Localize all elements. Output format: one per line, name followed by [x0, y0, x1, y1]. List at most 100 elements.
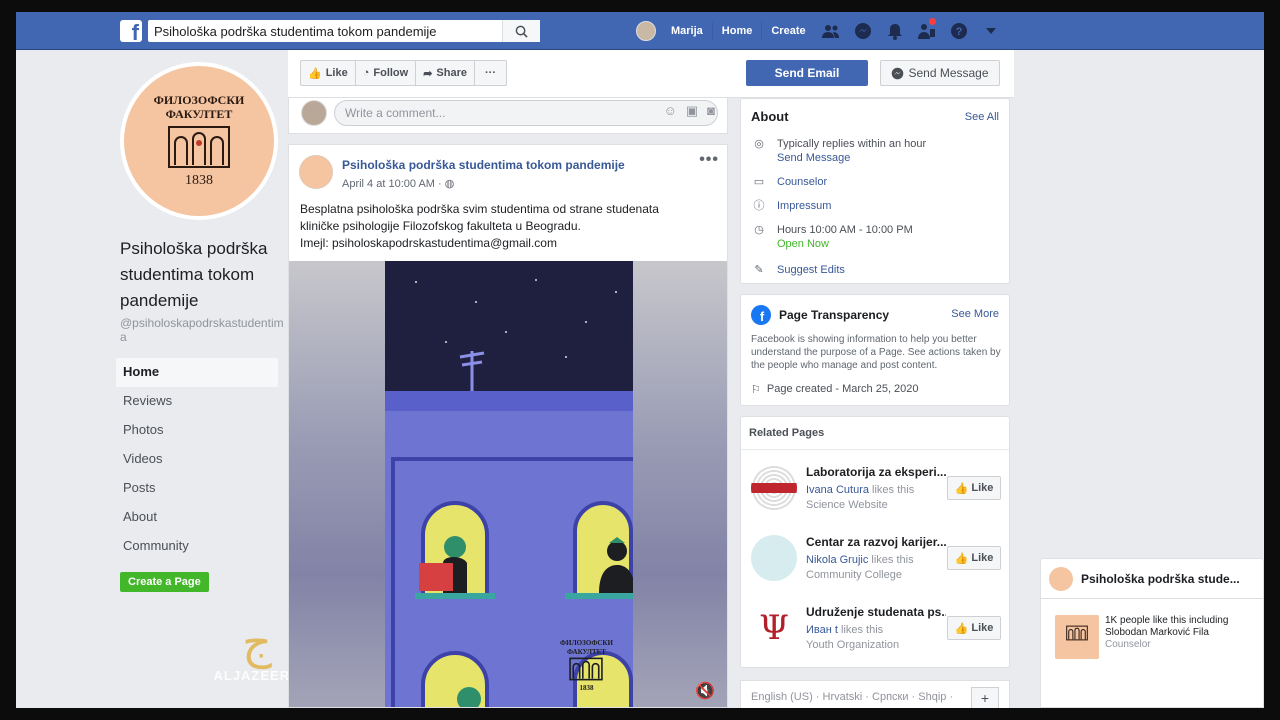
search-box[interactable] — [148, 20, 540, 42]
side-nav-posts[interactable]: Posts — [116, 474, 278, 503]
nav-right-group: Marija Home Create ? — [636, 12, 1007, 50]
related-friend-link[interactable]: Nikola Grujic — [806, 554, 868, 566]
home-link[interactable]: Home — [713, 22, 763, 40]
post-options-icon[interactable]: ••• — [699, 151, 719, 169]
related-page-name[interactable]: Centar za razvoj karijer... — [806, 535, 946, 549]
star — [475, 301, 477, 303]
about-see-all-link[interactable]: See All — [965, 111, 999, 123]
related-friend-link[interactable]: Ivana Cutura — [806, 484, 869, 496]
related-like-button[interactable]: 👍 Like — [947, 476, 1001, 500]
search-input[interactable] — [148, 23, 498, 39]
more-options-button[interactable]: ··· — [475, 61, 506, 85]
related-page-meta: Иван t likes this Youth Organization — [806, 623, 899, 653]
side-nav-reviews[interactable]: Reviews — [116, 387, 278, 416]
likes-this-text: likes this — [837, 624, 884, 636]
page-quick-help-icon[interactable] — [911, 12, 943, 50]
related-like-button[interactable]: 👍 Like — [947, 616, 1001, 640]
messenger-icon[interactable] — [847, 12, 879, 50]
side-nav-photos[interactable]: Photos — [116, 416, 278, 445]
gif-icon[interactable]: ▣ — [686, 103, 698, 119]
video-frame-illustration: ФИЛОЗОФСКИ ФАКУЛТЕТ 1838 — [385, 261, 633, 707]
about-replies-text: Typically replies within an hour Send Mes… — [777, 137, 926, 165]
chat-page-thumbnail — [1055, 615, 1099, 659]
impressum-link[interactable]: Impressum — [777, 199, 831, 213]
replies-text: Typically replies within an hour — [777, 138, 927, 150]
post-video[interactable]: ФИЛОЗОФСКИ ФАКУЛТЕТ 1838 🔇 — [289, 261, 727, 707]
clock-icon: ◷ — [754, 224, 764, 236]
related-page-avatar[interactable]: Ψ — [751, 605, 797, 651]
profile-link[interactable]: Marija — [662, 22, 713, 40]
post-timestamp[interactable]: April 4 at 10:00 AM · ◍ — [342, 177, 454, 190]
related-page-name[interactable]: Udruženje studenata ps... — [806, 605, 946, 619]
comment-icons: ☺ ▣ ◙ — [664, 103, 715, 119]
like-page-button[interactable]: 👍 Like — [301, 61, 356, 85]
transparency-see-more-link[interactable]: See More — [951, 308, 999, 320]
star — [445, 341, 447, 343]
related-like-label: Like — [971, 552, 994, 564]
emoji-icon[interactable]: ☺ — [664, 103, 677, 119]
side-nav-home[interactable]: Home — [116, 358, 278, 387]
related-like-label: Like — [971, 622, 994, 634]
thumbs-up-icon: 👍 — [954, 482, 969, 495]
post-page-avatar[interactable] — [299, 155, 333, 189]
about-card: About See All ◎ Typically replies within… — [740, 98, 1010, 284]
globe-icon: ◍ — [444, 178, 455, 190]
facebook-logo-icon[interactable]: f — [120, 20, 142, 42]
comment-input[interactable]: Write a comment... — [334, 100, 718, 126]
video-blur-right — [633, 261, 727, 707]
send-email-button[interactable]: Send Email — [746, 60, 868, 86]
notifications-bell-icon[interactable] — [879, 12, 911, 50]
profile-logo-line2: ФАКУЛТЕТ — [165, 107, 233, 121]
post-page-name[interactable]: Psihološka podrška studentima tokom pand… — [342, 158, 625, 172]
follow-button[interactable]: ◔ Follow — [356, 61, 417, 85]
suggest-edits-link[interactable]: Suggest Edits — [777, 263, 845, 277]
person-reading-icon — [419, 536, 467, 593]
create-link[interactable]: Create — [762, 22, 814, 40]
search-button[interactable] — [502, 20, 540, 42]
help-icon[interactable]: ? — [943, 12, 975, 50]
friend-requests-icon[interactable] — [815, 12, 847, 50]
post-body: Besplatna psihološka podrška svim studen… — [300, 201, 720, 252]
page-profile-picture[interactable]: ФИЛОЗОФСКИ ФАКУЛТЕТ 1838 — [120, 62, 278, 220]
account-menu-chevron-icon[interactable] — [975, 12, 1007, 50]
video-logo-line1: ФИЛОЗОФСКИ — [560, 639, 613, 647]
follow-label: Follow — [373, 67, 409, 79]
related-page-avatar[interactable] — [751, 535, 797, 581]
star — [565, 356, 567, 358]
language-list[interactable]: English (US) · Hrvatski · Српски · Shqip… — [751, 691, 953, 703]
post-text-line: Imejl: psiholoskapodrskastudentima@gmail… — [300, 236, 557, 250]
add-language-button[interactable]: + — [971, 687, 999, 708]
comment-composer: Write a comment... ☺ ▣ ◙ — [288, 98, 728, 134]
faculty-seal-icon — [1066, 625, 1088, 641]
about-replies-row: ◎ Typically replies within an hour Send M… — [751, 137, 926, 165]
side-nav-community[interactable]: Community — [116, 532, 278, 561]
sticker-icon[interactable]: ◙ — [707, 103, 715, 119]
about-send-message-link[interactable]: Send Message — [777, 151, 926, 165]
create-page-button[interactable]: Create a Page — [120, 572, 209, 592]
related-category: Community College — [806, 569, 902, 581]
person-silhouette-icon — [599, 537, 633, 593]
chat-header[interactable]: Psihološka podrška stude... — [1041, 559, 1263, 599]
share-label: Share — [436, 67, 467, 79]
side-nav-about[interactable]: About — [116, 503, 278, 532]
side-nav-videos[interactable]: Videos — [116, 445, 278, 474]
mute-speaker-icon[interactable]: 🔇 — [695, 681, 715, 701]
related-friend-link[interactable]: Иван t — [806, 624, 838, 636]
pencil-icon: ✎ — [754, 264, 764, 276]
category-link[interactable]: Counselor — [777, 175, 827, 189]
language-selector: English (US) · Hrvatski · Српски · Shqip… — [740, 680, 1010, 708]
related-page-avatar[interactable] — [751, 465, 797, 511]
chat-popup: Psihološka podrška stude... 1K people li… — [1040, 558, 1264, 708]
like-label: Like — [325, 67, 348, 79]
share-button[interactable]: ➦ Share — [416, 61, 475, 85]
faculty-seal-icon — [168, 126, 230, 168]
chat-body: 1K people like this including Slobodan M… — [1055, 615, 1245, 659]
related-like-button[interactable]: 👍 Like — [947, 546, 1001, 570]
related-page-name[interactable]: Laboratorija za eksperi... — [806, 465, 946, 479]
send-message-button[interactable]: Send Message — [880, 60, 1000, 86]
info-icon: ⓘ — [753, 200, 765, 212]
user-avatar[interactable] — [636, 21, 656, 41]
chat-avatar — [1049, 566, 1073, 591]
likes-this-text: likes this — [868, 554, 914, 566]
about-hours-row: ◷ Hours 10:00 AM - 10:00 PM Open Now — [751, 223, 913, 251]
